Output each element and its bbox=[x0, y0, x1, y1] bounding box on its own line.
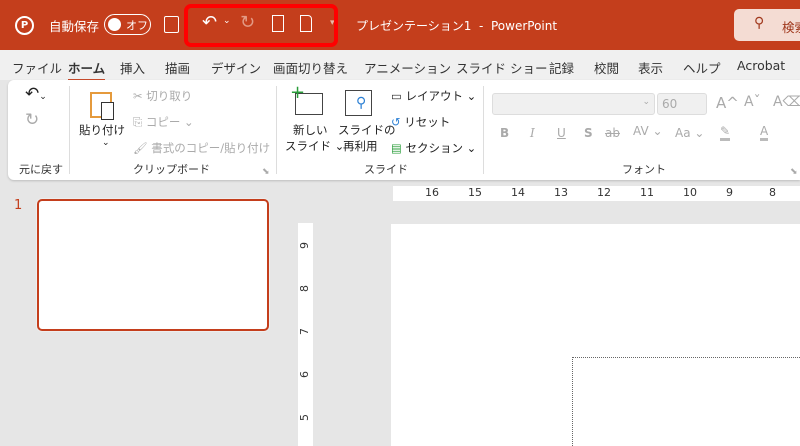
hruler-label: 10 bbox=[683, 186, 697, 199]
ribbon-tabs: ファイル ホーム 挿入 描画 デザイン 画面切り替え アニメーション スライド … bbox=[0, 50, 800, 81]
new-slide-icon[interactable]: + bbox=[290, 82, 323, 115]
reuse-slides-icon[interactable]: ⚲ bbox=[345, 90, 372, 116]
font-size-select[interactable]: 60 bbox=[657, 93, 707, 115]
tab-design[interactable]: デザイン bbox=[211, 58, 261, 77]
hruler-label: 13 bbox=[554, 186, 568, 199]
tab-transitions[interactable]: 画面切り替え bbox=[273, 58, 348, 77]
change-case-button[interactable]: Aa ⌄ bbox=[675, 126, 704, 140]
hruler-label: 12 bbox=[597, 186, 611, 199]
shadow-button[interactable]: S bbox=[584, 126, 593, 140]
tab-help[interactable]: ヘルプ bbox=[683, 58, 721, 77]
reset-button[interactable]: ↺ リセット bbox=[391, 114, 450, 130]
hruler-label: 16 bbox=[425, 186, 439, 199]
search-icon: ⚲ bbox=[754, 15, 765, 31]
ribbon-undo-icon[interactable]: ↶⌄ bbox=[25, 84, 47, 104]
highlight-color-icon[interactable]: ✎ bbox=[720, 124, 731, 141]
layout-button[interactable]: ▭ レイアウト ⌄ bbox=[391, 88, 476, 104]
autosave-label: 自動保存 bbox=[49, 19, 100, 34]
hruler-label: 14 bbox=[511, 186, 525, 199]
tab-file[interactable]: ファイル bbox=[12, 58, 62, 77]
new-slide-button[interactable]: 新しい bbox=[293, 122, 328, 138]
char-spacing-button[interactable]: AV ⌄ bbox=[633, 124, 663, 138]
clipboard-launcher-icon[interactable]: ⬊ bbox=[262, 167, 270, 177]
copy-label: コピー bbox=[145, 115, 181, 129]
tab-insert[interactable]: 挿入 bbox=[120, 58, 145, 77]
underline-button[interactable]: U bbox=[557, 126, 566, 140]
save-icon[interactable] bbox=[164, 16, 179, 33]
format-painter-label: 書式のコピー/貼り付け bbox=[151, 141, 271, 155]
autosave-state: オフ bbox=[126, 19, 148, 32]
font-group-label: フォント bbox=[622, 163, 666, 176]
cut-button[interactable]: ✂ 切り取り bbox=[133, 88, 192, 104]
grow-font-icon[interactable]: A^ bbox=[716, 94, 739, 112]
font-color-icon[interactable]: A bbox=[760, 124, 769, 141]
title-bar: P 自動保存 オフ ↶ ⌄ ↻ ▾ プレゼンテーション1 - PowerPoin… bbox=[0, 0, 800, 50]
tab-animations[interactable]: アニメーション bbox=[364, 58, 451, 77]
hruler-label: 15 bbox=[468, 186, 482, 199]
shrink-font-icon[interactable]: Aˇ bbox=[744, 94, 761, 110]
tab-view[interactable]: 表示 bbox=[638, 58, 663, 77]
reuse-slides-label: 再利用 bbox=[343, 139, 378, 153]
format-painter-button[interactable]: 🖌 書式のコピー/貼り付け bbox=[133, 140, 270, 156]
clear-formatting-icon[interactable]: A⌫ bbox=[773, 94, 800, 110]
document-title: プレゼンテーション1 - PowerPoint bbox=[356, 19, 558, 33]
vruler-label: 7 bbox=[298, 328, 311, 335]
hruler-label: 11 bbox=[640, 186, 654, 199]
ribbon-redo-icon[interactable]: ↻ bbox=[25, 110, 39, 130]
powerpoint-logo-icon: P bbox=[15, 16, 34, 35]
italic-button[interactable]: I bbox=[530, 126, 535, 140]
font-launcher-icon[interactable]: ⬊ bbox=[790, 167, 798, 177]
search-input: 検索 bbox=[782, 20, 800, 35]
vruler-label: 6 bbox=[298, 371, 311, 378]
vertical-ruler: 9 8 7 6 5 bbox=[298, 223, 313, 446]
vruler-label: 8 bbox=[298, 285, 311, 292]
paste-button[interactable]: 貼り付け bbox=[79, 122, 125, 138]
undo-group-label: 元に戻す bbox=[19, 163, 63, 176]
tab-acrobat[interactable]: Acrobat bbox=[737, 58, 785, 73]
ribbon: ↶⌄ ↻ 元に戻す 貼り付け ⌄ ✂ 切り取り ⎘ コピー ⌄ 🖌 書式のコピー… bbox=[8, 80, 800, 180]
cut-label: 切り取り bbox=[146, 89, 193, 103]
hruler-label: 9 bbox=[726, 186, 733, 199]
vruler-label: 9 bbox=[298, 242, 311, 249]
slide-thumbnail[interactable] bbox=[37, 199, 269, 331]
reuse-slides-button[interactable]: スライドの bbox=[338, 122, 396, 138]
copy-button[interactable]: ⎘ コピー ⌄ bbox=[133, 114, 194, 130]
bold-button[interactable]: B bbox=[500, 126, 509, 140]
highlight-box bbox=[184, 4, 338, 47]
new-slide-label[interactable]: スライド ⌄ bbox=[285, 138, 344, 154]
section-button[interactable]: ▤ セクション ⌄ bbox=[391, 140, 476, 156]
slide-number: 1 bbox=[14, 198, 23, 213]
horizontal-ruler: 16 15 14 13 12 11 10 9 8 bbox=[393, 186, 800, 201]
font-name-select[interactable]: ⌄ bbox=[492, 93, 655, 115]
paste-icon[interactable] bbox=[90, 92, 114, 120]
strikethrough-button[interactable]: ab bbox=[605, 126, 620, 140]
tab-review[interactable]: 校閲 bbox=[594, 58, 619, 77]
search-box[interactable]: ⚲ 検索 bbox=[734, 9, 800, 41]
tab-home[interactable]: ホーム bbox=[68, 58, 106, 81]
slides-group-label: スライド bbox=[364, 163, 408, 176]
tab-slideshow[interactable]: スライド ショー bbox=[456, 58, 547, 77]
autosave-toggle[interactable]: オフ bbox=[104, 14, 151, 35]
tab-draw[interactable]: 描画 bbox=[165, 58, 190, 77]
clipboard-group-label: クリップボード bbox=[133, 163, 210, 176]
title-placeholder[interactable] bbox=[572, 357, 800, 446]
hruler-label: 8 bbox=[769, 186, 776, 199]
vruler-label: 5 bbox=[298, 414, 311, 421]
tab-record[interactable]: 記録 bbox=[549, 58, 574, 77]
